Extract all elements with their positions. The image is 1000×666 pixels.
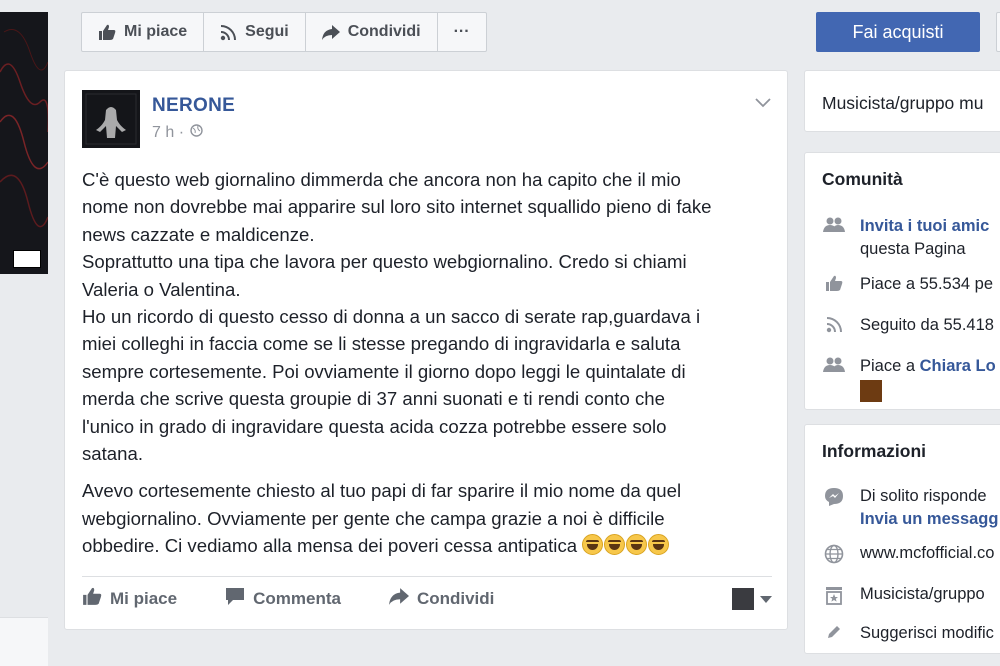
category-link[interactable]: Musicista/gruppo [860,583,985,606]
post-author[interactable]: NERONE [152,95,235,117]
left-panel-footer [0,617,48,666]
laughing-emoji-icon [582,534,604,556]
response-row: Di solito risponde Invia un messagg [822,485,998,531]
post-share-button[interactable]: Condividi [388,588,495,610]
people-icon [822,355,846,402]
page-share-label: Condividi [347,23,421,40]
laughing-emoji-icon [604,534,626,556]
likes-row: Piace a 55.534 pe [822,273,993,296]
follows-count: Seguito da 55.418 [860,316,994,334]
comment-bubble-icon [225,587,245,611]
invite-row: Invita i tuoi amic questa Pagina [822,215,989,261]
post-options-chevron-icon[interactable] [755,95,771,113]
community-title: Comunità [822,169,903,189]
page-mini-avatar [732,588,754,610]
cover-art [0,29,48,228]
post-as-selector[interactable] [732,588,772,610]
page-action-bar: Mi piace Segui Condividi ··· [81,12,487,52]
laughing-emoji-icon [648,534,670,556]
invite-rest-text: questa Pagina [860,240,966,258]
post-share-label: Condividi [416,589,495,608]
comment-button[interactable]: Commenta [225,587,341,611]
page: Mi piace Segui Condividi ··· Fai acquist… [0,0,1000,666]
page-share-button[interactable]: Condividi [306,13,438,51]
thumbs-up-icon [98,24,116,41]
more-options-button[interactable]: ··· [438,13,486,51]
post-time[interactable]: 7 h · [152,124,184,142]
author-avatar[interactable] [82,90,140,148]
suggest-edits-link[interactable]: Suggerisci modific [860,622,994,645]
messenger-icon [822,485,846,531]
friend-avatar[interactable] [860,380,882,402]
rss-icon [220,24,237,41]
comment-label: Commenta [253,589,341,608]
post-divider [82,576,772,577]
suggest-row: Suggerisci modific [822,622,994,645]
website-row: www.mcfofficial.co [822,542,994,565]
post-body: C'è questo web giornalino dimmerda che a… [82,166,772,570]
post-card: NERONE 7 h · C'è questo web giornalino d… [64,70,788,630]
invite-friends-link[interactable]: Invita i tuoi amic [860,217,989,235]
liked-by-prefix: Piace a [860,357,920,375]
rss-icon [822,314,846,337]
info-title: Informazioni [822,441,927,461]
post-action-bar: Mi piace Commenta Condividi [82,581,772,617]
friend-name-link[interactable]: Chiara Lo [920,357,996,375]
post-paragraph: C'è questo web giornalino dimmerda che a… [82,169,712,465]
post-meta: 7 h · [152,124,203,142]
edge-button[interactable] [996,12,1000,52]
share-arrow-icon [388,588,409,610]
page-like-label: Mi piace [124,23,188,40]
globe-icon [190,124,203,142]
friend-likes-row: Piace a Chiara Lo [822,355,996,402]
laughing-emoji-icon [626,534,648,556]
share-arrow-icon [321,24,340,40]
follow-button[interactable]: Segui [204,13,306,51]
shop-icon [822,583,846,606]
follow-label: Segui [245,23,289,40]
send-message-link[interactable]: Invia un messagg [860,510,998,528]
cover-photo[interactable] [0,12,48,274]
pencil-icon [822,622,846,645]
post-like-button[interactable]: Mi piace [82,587,177,611]
likes-count: Piace a 55.534 pe [860,275,994,293]
more-icon: ··· [453,23,470,40]
thumbs-up-icon [82,587,102,611]
page-category[interactable]: Musicista/gruppo mu [822,93,983,114]
category-card: Musicista/gruppo mu [804,70,1000,132]
globe-icon [822,542,846,565]
thumbs-up-icon [822,273,846,296]
page-like-button[interactable]: Mi piace [82,13,205,51]
people-icon [822,215,846,261]
shop-button[interactable]: Fai acquisti [816,12,980,52]
follows-row: Seguito da 55.418 [822,314,994,337]
parental-advisory-icon [13,250,41,268]
website-link[interactable]: www.mcfofficial.co [860,542,994,565]
category-row: Musicista/gruppo [822,583,985,606]
community-card: Comunità Invita i tuoi amic questa Pagin… [804,152,1000,410]
info-card: Informazioni Di solito risponde Invia un… [804,424,1000,654]
post-paragraph: Avevo cortesemente chiesto al tuo papi d… [82,477,772,559]
post-like-label: Mi piace [110,589,178,608]
caret-down-icon [760,590,772,608]
response-text: Di solito risponde [860,487,987,505]
